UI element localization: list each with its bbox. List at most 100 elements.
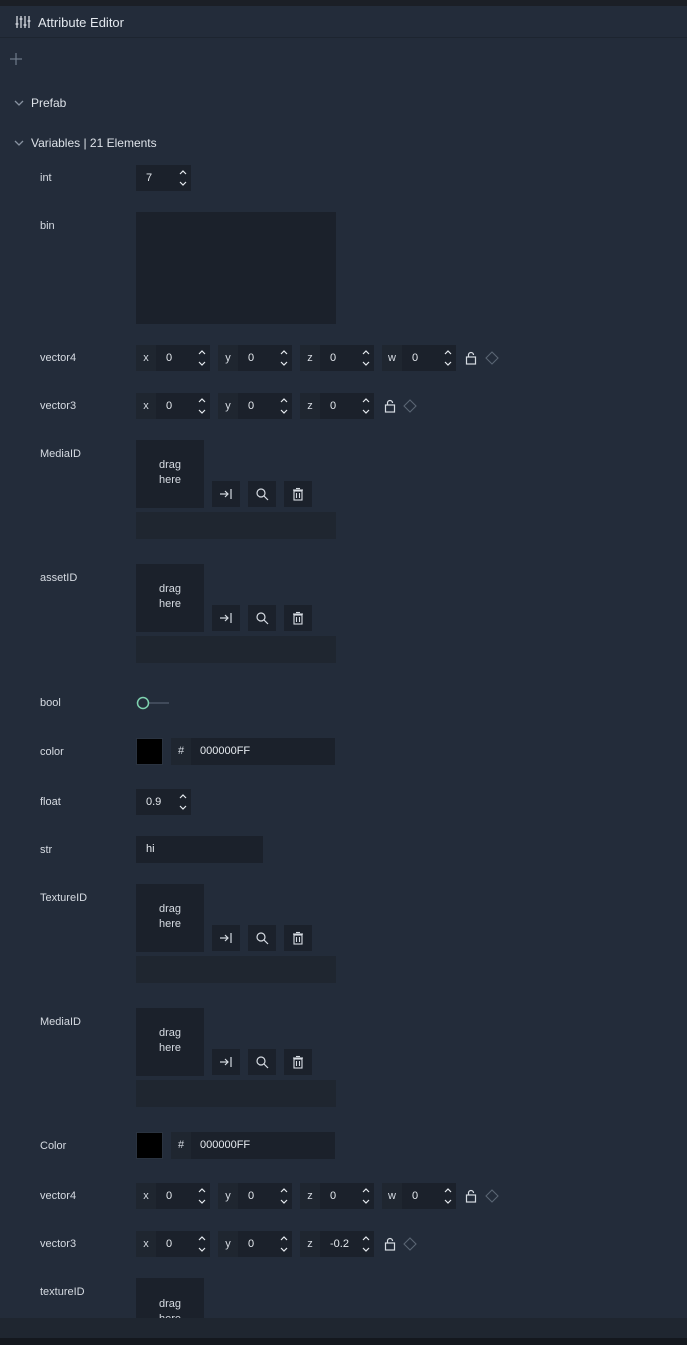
- spinner[interactable]: [175, 789, 191, 815]
- vector3-2-x-input[interactable]: 0: [156, 1231, 210, 1257]
- spin-up-icon[interactable]: [444, 1187, 452, 1193]
- link-diamond-icon[interactable]: [403, 399, 417, 413]
- spin-up-icon[interactable]: [444, 349, 452, 355]
- mediaid-path-field[interactable]: [136, 512, 336, 539]
- spin-down-icon[interactable]: [198, 1247, 206, 1253]
- spin-up-icon[interactable]: [280, 397, 288, 403]
- spin-up-icon[interactable]: [362, 349, 370, 355]
- spinner[interactable]: [358, 1183, 374, 1209]
- delete-button[interactable]: [284, 925, 312, 951]
- chevron-down-icon[interactable]: [14, 138, 24, 148]
- vector4-2-z-input[interactable]: 0: [320, 1183, 374, 1209]
- textureid-2-drop-zone[interactable]: drag here: [136, 1278, 204, 1318]
- spin-down-icon[interactable]: [280, 1247, 288, 1253]
- spin-down-icon[interactable]: [280, 409, 288, 415]
- spinner[interactable]: [276, 1183, 292, 1209]
- spin-down-icon[interactable]: [198, 1199, 206, 1205]
- spinner[interactable]: [194, 393, 210, 419]
- spin-up-icon[interactable]: [198, 349, 206, 355]
- delete-button[interactable]: [284, 1049, 312, 1075]
- delete-button[interactable]: [284, 605, 312, 631]
- vector3-x-input[interactable]: 0: [156, 393, 210, 419]
- spin-up-icon[interactable]: [280, 349, 288, 355]
- spin-up-icon[interactable]: [198, 1235, 206, 1241]
- spin-up-icon[interactable]: [179, 169, 187, 175]
- color-2-swatch[interactable]: [136, 1132, 163, 1159]
- vector4-x-input[interactable]: 0: [156, 345, 210, 371]
- spinner[interactable]: [276, 393, 292, 419]
- mediaid-2-path-field[interactable]: [136, 1080, 336, 1107]
- vector4-y-input[interactable]: 0: [238, 345, 292, 371]
- search-button[interactable]: [248, 481, 276, 507]
- spin-up-icon[interactable]: [198, 397, 206, 403]
- spin-down-icon[interactable]: [444, 361, 452, 367]
- spin-up-icon[interactable]: [362, 1187, 370, 1193]
- spin-up-icon[interactable]: [179, 793, 187, 799]
- assetid-drop-zone[interactable]: drag here: [136, 564, 204, 632]
- lock-icon[interactable]: [384, 399, 396, 413]
- spin-down-icon[interactable]: [179, 181, 187, 187]
- spin-up-icon[interactable]: [280, 1187, 288, 1193]
- lock-icon[interactable]: [384, 1237, 396, 1251]
- search-button[interactable]: [248, 605, 276, 631]
- color-2-hex-input[interactable]: 000000FF: [191, 1132, 335, 1159]
- vector4-2-x-input[interactable]: 0: [156, 1183, 210, 1209]
- chevron-down-icon[interactable]: [14, 98, 24, 108]
- textureid-path-field[interactable]: [136, 956, 336, 983]
- textureid-drop-zone[interactable]: drag here: [136, 884, 204, 952]
- search-button[interactable]: [248, 1049, 276, 1075]
- vector4-w-input[interactable]: 0: [402, 345, 456, 371]
- float-stepper[interactable]: 0.9: [136, 789, 191, 815]
- spinner[interactable]: [175, 165, 191, 191]
- spinner[interactable]: [358, 345, 374, 371]
- mediaid-2-drop-zone[interactable]: drag here: [136, 1008, 204, 1076]
- vector3-2-z-input[interactable]: -0.2: [320, 1231, 374, 1257]
- spin-down-icon[interactable]: [362, 1199, 370, 1205]
- assign-button[interactable]: [212, 1049, 240, 1075]
- bool-toggle[interactable]: [136, 696, 170, 710]
- spin-up-icon[interactable]: [362, 397, 370, 403]
- spinner[interactable]: [276, 345, 292, 371]
- mediaid-drop-zone[interactable]: drag here: [136, 440, 204, 508]
- vector3-2-y-input[interactable]: 0: [238, 1231, 292, 1257]
- vector3-z-input[interactable]: 0: [320, 393, 374, 419]
- assign-button[interactable]: [212, 925, 240, 951]
- spin-down-icon[interactable]: [280, 361, 288, 367]
- spinner[interactable]: [194, 1231, 210, 1257]
- spinner[interactable]: [194, 1183, 210, 1209]
- search-button[interactable]: [248, 925, 276, 951]
- assetid-path-field[interactable]: [136, 636, 336, 663]
- color-swatch[interactable]: [136, 738, 163, 765]
- str-input[interactable]: hi: [136, 836, 263, 863]
- spin-down-icon[interactable]: [198, 361, 206, 367]
- vector3-y-input[interactable]: 0: [238, 393, 292, 419]
- spin-down-icon[interactable]: [198, 409, 206, 415]
- spin-up-icon[interactable]: [280, 1235, 288, 1241]
- spinner[interactable]: [440, 345, 456, 371]
- vector4-z-input[interactable]: 0: [320, 345, 374, 371]
- link-diamond-icon[interactable]: [485, 351, 499, 365]
- lock-icon[interactable]: [465, 1189, 477, 1203]
- assign-button[interactable]: [212, 481, 240, 507]
- plus-icon[interactable]: [9, 52, 23, 66]
- assign-button[interactable]: [212, 605, 240, 631]
- int-stepper[interactable]: 7: [136, 165, 191, 191]
- spin-down-icon[interactable]: [362, 409, 370, 415]
- spinner[interactable]: [440, 1183, 456, 1209]
- delete-button[interactable]: [284, 481, 312, 507]
- spin-down-icon[interactable]: [362, 1247, 370, 1253]
- spinner[interactable]: [358, 1231, 374, 1257]
- spin-up-icon[interactable]: [198, 1187, 206, 1193]
- spinner[interactable]: [194, 345, 210, 371]
- spin-down-icon[interactable]: [280, 1199, 288, 1205]
- color-hex-input[interactable]: 000000FF: [191, 738, 335, 765]
- spinner[interactable]: [276, 1231, 292, 1257]
- link-diamond-icon[interactable]: [403, 1237, 417, 1251]
- link-diamond-icon[interactable]: [485, 1189, 499, 1203]
- bin-textarea[interactable]: [136, 212, 336, 324]
- spin-down-icon[interactable]: [362, 361, 370, 367]
- spin-down-icon[interactable]: [444, 1199, 452, 1205]
- spinner[interactable]: [358, 393, 374, 419]
- vector4-2-y-input[interactable]: 0: [238, 1183, 292, 1209]
- spin-down-icon[interactable]: [179, 805, 187, 811]
